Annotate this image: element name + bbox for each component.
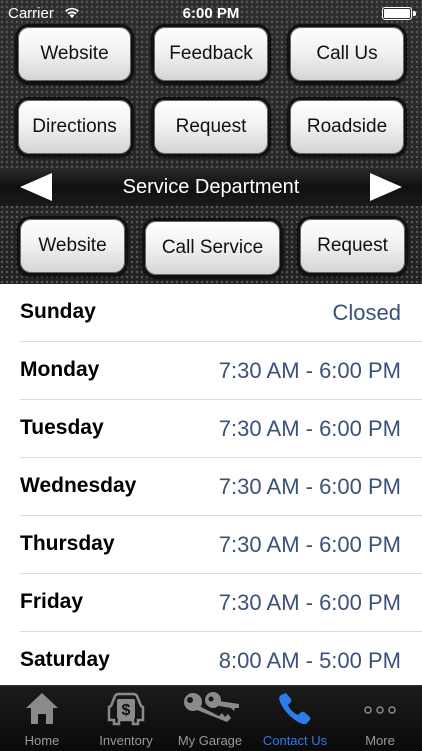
list-item: Friday 7:30 AM - 6:00 PM [20, 574, 422, 632]
hours-value: 7:30 AM - 6:00 PM [218, 416, 401, 441]
roadside-button[interactable]: Roadside [287, 97, 407, 157]
hours-value: Closed [332, 300, 401, 325]
hours-value: 7:30 AM - 6:00 PM [218, 590, 401, 615]
list-item: Saturday 8:00 AM - 5:00 PM [20, 632, 422, 685]
hours-value: 7:30 AM - 6:00 PM [218, 532, 401, 557]
clock: 6:00 PM [182, 5, 240, 22]
tab-bar: Home $ Inventory My Garage Contact Us Mo… [0, 685, 422, 751]
tab-contact-us[interactable]: Contact Us [252, 686, 338, 751]
day-label: Wednesday [20, 474, 137, 497]
list-item: Thursday 7:30 AM - 6:00 PM [20, 516, 422, 574]
tab-home[interactable]: Home [0, 686, 84, 751]
tab-label: Inventory [99, 733, 153, 748]
request-button[interactable]: Request [151, 97, 271, 157]
department-request-button[interactable]: Request [297, 216, 408, 276]
tab-label: More [365, 733, 395, 748]
directions-button[interactable]: Directions [15, 97, 134, 157]
phone-icon [279, 693, 311, 725]
day-label: Tuesday [20, 416, 104, 439]
hours-value: 8:00 AM - 5:00 PM [218, 648, 401, 673]
tab-label: Contact Us [262, 733, 328, 748]
feedback-button[interactable]: Feedback [151, 24, 271, 84]
department-website-button[interactable]: Website [17, 216, 128, 276]
tab-label: My Garage [177, 733, 243, 748]
list-item: Monday 7:30 AM - 6:00 PM [20, 342, 422, 400]
contact-panel: Carrier 6:00 PM Website Feedback Call Us… [0, 0, 422, 284]
day-label: Monday [20, 358, 100, 381]
day-label: Sunday [20, 300, 96, 323]
call-service-button[interactable]: Call Service [142, 218, 283, 278]
hours-list: Sunday Closed Monday 7:30 AM - 6:00 PM T… [0, 284, 422, 685]
department-selector: Service Department [0, 168, 422, 206]
hours-value: 7:30 AM - 6:00 PM [218, 358, 401, 383]
battery-icon [382, 7, 416, 20]
car-dollar-icon: $ [107, 692, 145, 726]
tab-label: Home [24, 733, 60, 748]
more-dots-icon [364, 706, 396, 714]
tab-more[interactable]: More [338, 686, 422, 751]
hours-value: 7:30 AM - 6:00 PM [218, 474, 401, 499]
website-button[interactable]: Website [15, 24, 134, 84]
next-department-arrow-icon[interactable] [368, 171, 404, 203]
keys-icon [184, 692, 239, 722]
tab-inventory[interactable]: $ Inventory [84, 686, 168, 751]
home-icon [26, 693, 58, 724]
day-label: Saturday [20, 648, 110, 671]
day-label: Thursday [20, 532, 115, 555]
department-title: Service Department [122, 176, 300, 198]
list-item: Sunday Closed [20, 284, 422, 342]
day-label: Friday [20, 590, 84, 613]
tab-my-garage[interactable]: My Garage [168, 686, 252, 751]
list-item: Wednesday 7:30 AM - 6:00 PM [20, 458, 422, 516]
list-item: Tuesday 7:30 AM - 6:00 PM [20, 400, 422, 458]
svg-text:$: $ [122, 702, 131, 719]
call-us-button[interactable]: Call Us [287, 24, 407, 84]
